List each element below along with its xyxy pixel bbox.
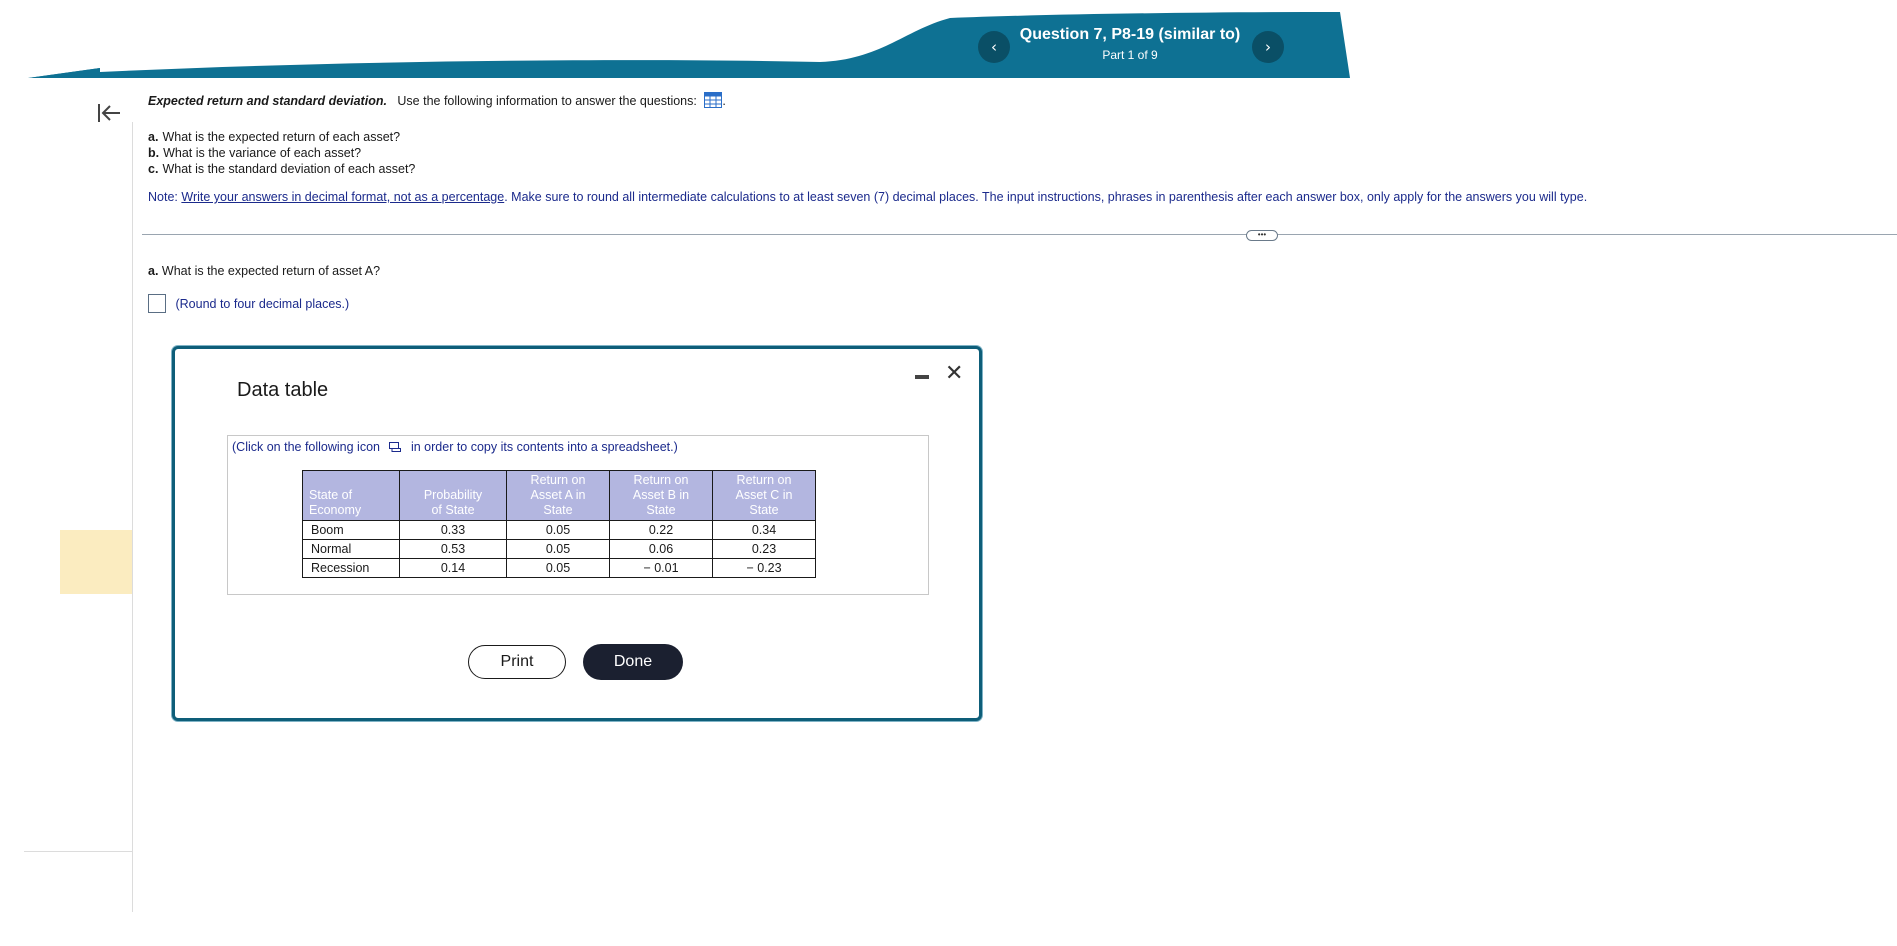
answer-input[interactable] [148,294,166,313]
question-item: a. What is the expected return of each as… [148,130,401,144]
left-panel-divider [24,851,132,852]
minimize-icon[interactable] [915,375,929,379]
table-row: Boom 0.33 0.05 0.22 0.34 [302,520,816,540]
left-panel-border [132,122,133,912]
question-header: Question 7, P8-19 (similar to) Part 1 of… [1010,26,1250,62]
answer-row: (Round to four decimal places.) [148,294,349,313]
problem-title: Expected return and standard deviation. [148,93,387,108]
data-table-dialog: Data table ✕ (Click on the following ico… [172,346,982,721]
copy-instruction: (Click on the following icon in order to… [232,440,678,455]
data-table-icon[interactable] [704,92,723,111]
table-cell: 0.06 [609,539,713,559]
column-header: Return on Asset A in State [506,470,610,521]
table-cell: 0.05 [506,558,610,578]
table-cell: 0.33 [399,520,507,540]
table-cell: 0.05 [506,520,610,540]
table-cell: 0.05 [506,539,610,559]
note-text: Note: Write your answers in decimal form… [148,190,1587,204]
returns-table: State of Economy Probability of State Retu… [302,470,816,578]
column-header: Return on Asset C in State [712,470,816,521]
table-cell: 0.53 [399,539,507,559]
print-button[interactable]: Print [468,645,566,679]
problem-intro: Expected return and standard deviation. … [148,92,726,111]
column-header: Probability of State [399,470,507,521]
answer-hint: (Round to four decimal places.) [175,296,350,311]
chevron-right-icon: › [1265,38,1271,56]
table-cell: 0.34 [712,520,816,540]
question-title: Question 7, P8-19 (similar to) [1019,26,1241,43]
table-header-row: State of Economy Probability of State Retu… [302,470,816,521]
table-cell: − 0.23 [712,558,816,578]
part-indicator: Part 1 of 9 [1102,48,1158,62]
question-item: c. What is the standard deviation of each… [148,162,416,176]
done-button[interactable]: Done [583,644,683,680]
show-more-button[interactable]: ••• [1246,230,1278,241]
table-row: Recession 0.14 0.05 − 0.01 − 0.23 [302,558,816,578]
previous-question-button[interactable]: ‹ [978,31,1010,63]
table-cell: Normal [302,539,400,559]
table-cell: Boom [302,520,400,540]
table-cell: Recession [302,558,400,578]
next-question-button[interactable]: › [1252,31,1284,63]
collapse-left-icon [98,104,120,122]
note-link[interactable]: Write your answers in decimal format, no… [181,190,504,204]
chevron-left-icon: ‹ [991,38,997,56]
collapse-panel-button[interactable] [96,100,122,126]
close-icon[interactable]: ✕ [945,361,963,386]
table-cell: 0.23 [712,539,816,559]
table-cell: 0.22 [609,520,713,540]
column-header: State of Economy [302,470,400,521]
copy-spreadsheet-icon[interactable] [389,441,402,455]
section-divider [142,234,1897,235]
part-a-question: a. What is the expected return of asset … [148,264,381,278]
table-cell: 0.14 [399,558,507,578]
question-item: b. What is the variance of each asset? [148,146,362,160]
problem-instruction: Use the following information to answer … [397,93,697,108]
data-table-container: (Click on the following icon in order to… [227,435,929,595]
column-header: Return on Asset B in State [609,470,713,521]
table-cell: − 0.01 [609,558,713,578]
question-list: a. What is the expected return of each as… [148,129,415,177]
note-rest: . Make sure to round all intermediate ca… [504,190,1588,204]
highlight-tab [60,530,132,594]
dialog-title: Data table [237,379,329,401]
header-banner: ‹ Question 7, P8-19 (similar to) Part 1 … [0,0,1360,82]
note-prefix: Note: [148,190,178,204]
table-row: Normal 0.53 0.05 0.06 0.23 [302,539,816,559]
